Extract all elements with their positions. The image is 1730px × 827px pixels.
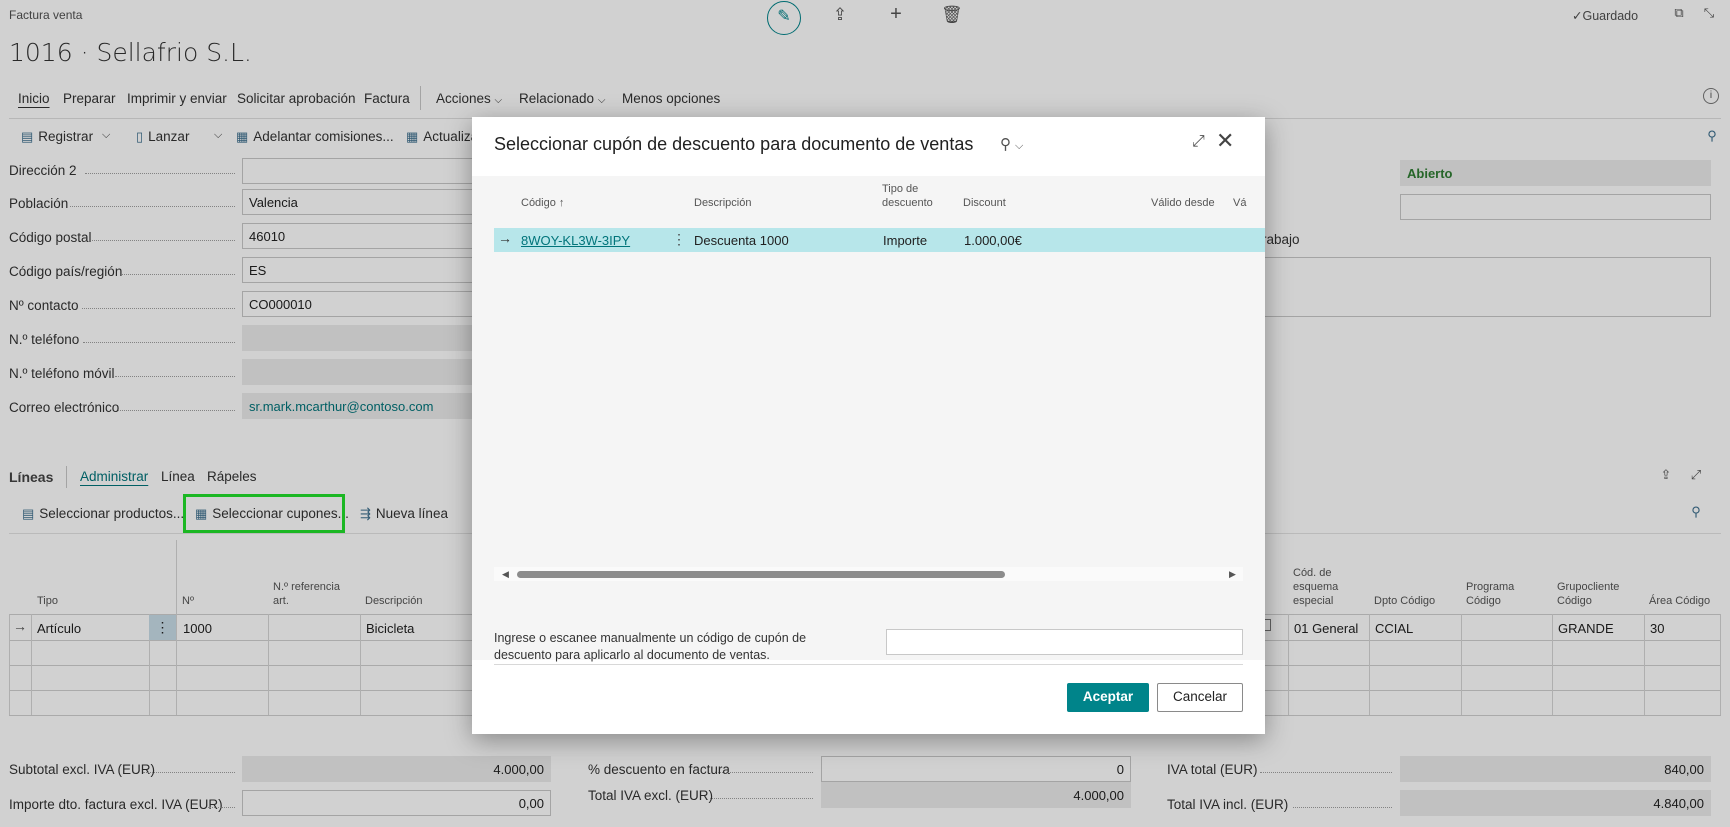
chevron-down-icon: ⌵ [1015, 140, 1024, 152]
manual-coupon-input[interactable] [886, 629, 1243, 655]
expand-icon[interactable]: ⤢ [1192, 133, 1205, 151]
col-valido-desde[interactable]: Válido desde [1151, 196, 1215, 210]
scrollbar-thumb[interactable] [517, 571, 1005, 578]
col-discount[interactable]: Discount [963, 196, 1006, 210]
scroll-left-icon[interactable]: ◀ [502, 569, 509, 580]
col-valido-hasta[interactable]: Vá [1233, 196, 1246, 210]
close-icon[interactable]: ✕ [1216, 128, 1234, 154]
row-arrow-icon: → [498, 230, 512, 246]
col-tipo-descuento[interactable]: Tipo de descuento [882, 182, 942, 210]
col-codigo[interactable]: Código ↑ [521, 196, 564, 210]
coupon-row[interactable]: → 8WOY-KL3W-3IPY ⋮ Descuenta 1000 Import… [494, 228, 1265, 252]
select-coupon-dialog: Seleccionar cupón de descuento para docu… [472, 117, 1265, 734]
coupon-description[interactable]: Descuenta 1000 [694, 233, 789, 248]
search-icon[interactable]: ⚲ ⌵ [1000, 135, 1023, 153]
dialog-body: Código ↑ Descripción Tipo de descuento D… [472, 176, 1265, 662]
manual-entry-text: Ingrese o escanee manualmente un código … [494, 631, 807, 662]
cancel-button[interactable]: Cancelar [1157, 683, 1243, 712]
sort-asc-icon: ↑ [558, 197, 565, 209]
dialog-title: Seleccionar cupón de descuento para docu… [494, 134, 974, 154]
dialog-footer-separator [494, 664, 1243, 665]
coupon-code-link[interactable]: 8WOY-KL3W-3IPY [521, 233, 630, 248]
coupon-type[interactable]: Importe [883, 233, 927, 248]
coupon-discount[interactable]: 1.000,00€ [964, 233, 1022, 248]
horizontal-scrollbar[interactable]: ◀ ▶ [494, 567, 1243, 581]
col-codigo-label: Código [521, 197, 556, 209]
col-descripcion[interactable]: Descripción [694, 196, 751, 210]
accept-button[interactable]: Aceptar [1067, 683, 1149, 712]
scroll-right-icon[interactable]: ▶ [1229, 569, 1236, 580]
row-menu-icon[interactable]: ⋮ [672, 231, 686, 248]
